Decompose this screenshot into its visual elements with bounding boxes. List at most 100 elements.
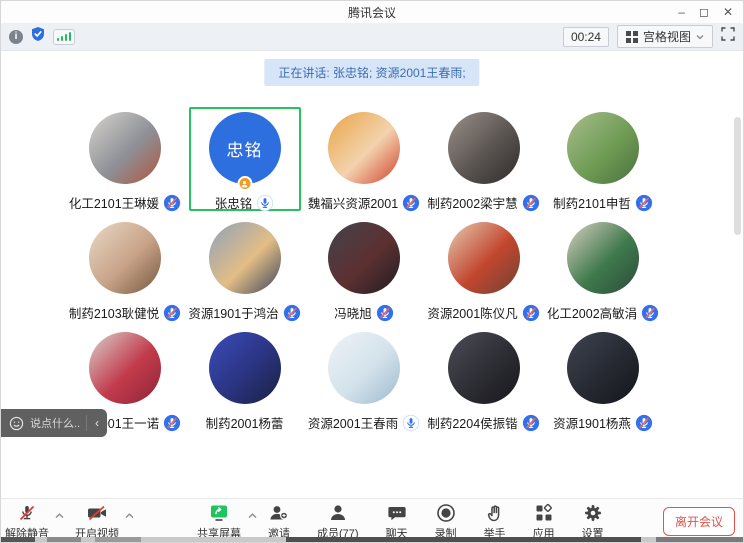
share-options-caret[interactable]	[248, 510, 257, 522]
mic-active-icon	[402, 414, 420, 432]
settings-gear-icon	[583, 503, 603, 523]
participant-name: 资源2001陈仪凡	[427, 303, 517, 322]
window-title: 腾讯会议	[348, 4, 396, 21]
participant-name: 冯晓旭	[334, 303, 372, 322]
mic-muted-icon	[283, 304, 301, 322]
participant-name: 制药2204侯振锴	[427, 413, 517, 432]
taskbar-strip	[1, 537, 743, 542]
unmute-button[interactable]: 解除静音	[5, 503, 49, 541]
avatar	[448, 332, 520, 404]
chevron-down-icon	[696, 34, 704, 40]
apps-icon	[534, 503, 554, 523]
mic-active-icon	[256, 194, 274, 212]
mic-muted-icon	[635, 414, 653, 432]
mic-off-icon	[17, 503, 37, 523]
participant-name: 魏福兴资源2001	[308, 193, 398, 212]
settings-button[interactable]: 设置	[582, 503, 604, 541]
fullscreen-icon[interactable]	[721, 27, 735, 46]
participant-name: 资源1901杨燕	[553, 413, 631, 432]
avatar	[448, 112, 520, 184]
participant-tile[interactable]: 化工2002高敏涓	[547, 217, 659, 321]
avatar	[567, 112, 639, 184]
participant-tile[interactable]: 资源2001王春雨	[308, 327, 420, 431]
members-icon	[328, 503, 348, 523]
host-badge-icon	[237, 176, 252, 191]
shield-icon[interactable]	[30, 26, 46, 47]
participant-tile[interactable]: 制药2101申哲	[547, 107, 659, 211]
meeting-info-icon[interactable]: i	[9, 30, 23, 44]
avatar	[328, 332, 400, 404]
apps-button[interactable]: 应用	[533, 503, 555, 541]
participant-tile[interactable]: 制药2002梁宇慧	[428, 107, 540, 211]
participant-grid: 化工2101王琳媛	[69, 107, 659, 431]
avatar	[328, 112, 400, 184]
network-signal-icon[interactable]	[53, 29, 75, 45]
avatar	[448, 222, 520, 294]
emoji-icon[interactable]	[9, 416, 24, 431]
participant-name: 制药2002梁宇慧	[427, 193, 517, 212]
mic-muted-icon	[163, 194, 181, 212]
participant-tile[interactable]: 魏福兴资源2001	[308, 107, 420, 211]
minimize-button[interactable]: –	[678, 6, 685, 18]
participant-tile[interactable]: 资源1901杨燕	[547, 327, 659, 431]
leave-meeting-button[interactable]: 离开会议	[663, 507, 735, 536]
raise-hand-button[interactable]: 举手	[484, 503, 506, 541]
collapse-chat-icon[interactable]: ‹	[93, 417, 101, 429]
grid-view-icon	[626, 31, 638, 43]
avatar	[89, 222, 161, 294]
participant-name: 张忠铭	[215, 193, 253, 212]
participant-tile[interactable]: 资源1901于鸿治	[189, 217, 301, 321]
record-button[interactable]: 录制	[435, 503, 457, 541]
mic-muted-icon	[641, 304, 659, 322]
participant-name: 资源1901于鸿治	[188, 303, 278, 322]
close-button[interactable]: ✕	[723, 6, 733, 18]
invite-button[interactable]: 邀请	[268, 503, 290, 541]
mic-muted-icon	[635, 194, 653, 212]
chat-icon	[387, 503, 407, 523]
record-icon	[436, 503, 456, 523]
mic-muted-icon	[522, 194, 540, 212]
participant-name: 制药2103耿健悦	[69, 303, 159, 322]
participant-tile[interactable]: 制药2204侯振锴	[428, 327, 540, 431]
mic-muted-icon	[522, 414, 540, 432]
avatar	[89, 332, 161, 404]
mic-options-caret[interactable]	[55, 510, 64, 522]
speaking-banner: 正在讲话: 张忠铭; 资源2001王春雨;	[264, 59, 479, 86]
participant-name: 资源2001王春雨	[308, 413, 398, 432]
divider	[86, 415, 87, 431]
participant-tile[interactable]: 忠铭 张忠铭	[189, 107, 301, 211]
avatar: 忠铭	[209, 112, 281, 184]
chat-quick-bubble[interactable]: 说点什么... ‹	[1, 409, 107, 437]
start-video-button[interactable]: 开启视频	[75, 503, 119, 541]
participant-name: 化工2101王琳媛	[69, 193, 159, 212]
mic-muted-icon	[163, 414, 181, 432]
share-screen-button[interactable]: 共享屏幕	[197, 503, 241, 541]
mic-muted-icon	[376, 304, 394, 322]
members-button[interactable]: 成员(77)	[317, 503, 359, 541]
meeting-window: 腾讯会议 – ◻ ✕ i 00:24 宫格视图	[0, 0, 744, 543]
participant-name: 化工2002高敏涓	[547, 303, 637, 322]
chat-button[interactable]: 聊天	[386, 503, 408, 541]
bottom-toolbar: 解除静音 开启视频 共享屏幕	[1, 498, 743, 539]
layout-view-button[interactable]: 宫格视图	[617, 25, 713, 48]
participant-name: 制药2101申哲	[553, 193, 631, 212]
meeting-timer: 00:24	[563, 27, 609, 47]
participant-tile[interactable]: 化工2101王琳媛	[69, 107, 181, 211]
scrollbar[interactable]	[734, 117, 741, 235]
video-options-caret[interactable]	[125, 510, 134, 522]
participant-tile[interactable]: 制药2001杨蕾	[189, 327, 301, 431]
avatar	[209, 222, 281, 294]
avatar	[567, 222, 639, 294]
chat-input-placeholder[interactable]: 说点什么...	[30, 415, 80, 431]
camera-off-icon	[86, 503, 108, 523]
maximize-button[interactable]: ◻	[699, 6, 709, 18]
status-bar: i 00:24 宫格视图	[1, 23, 743, 51]
participant-tile[interactable]: 冯晓旭	[308, 217, 420, 321]
participant-tile[interactable]: 制药2103耿健悦	[69, 217, 181, 321]
avatar	[567, 332, 639, 404]
share-screen-icon	[208, 503, 230, 523]
participant-tile[interactable]: 资源2001陈仪凡	[428, 217, 540, 321]
raise-hand-icon	[485, 503, 505, 523]
participant-name: 制药2001杨蕾	[206, 413, 284, 432]
title-bar: 腾讯会议 – ◻ ✕	[1, 1, 743, 23]
